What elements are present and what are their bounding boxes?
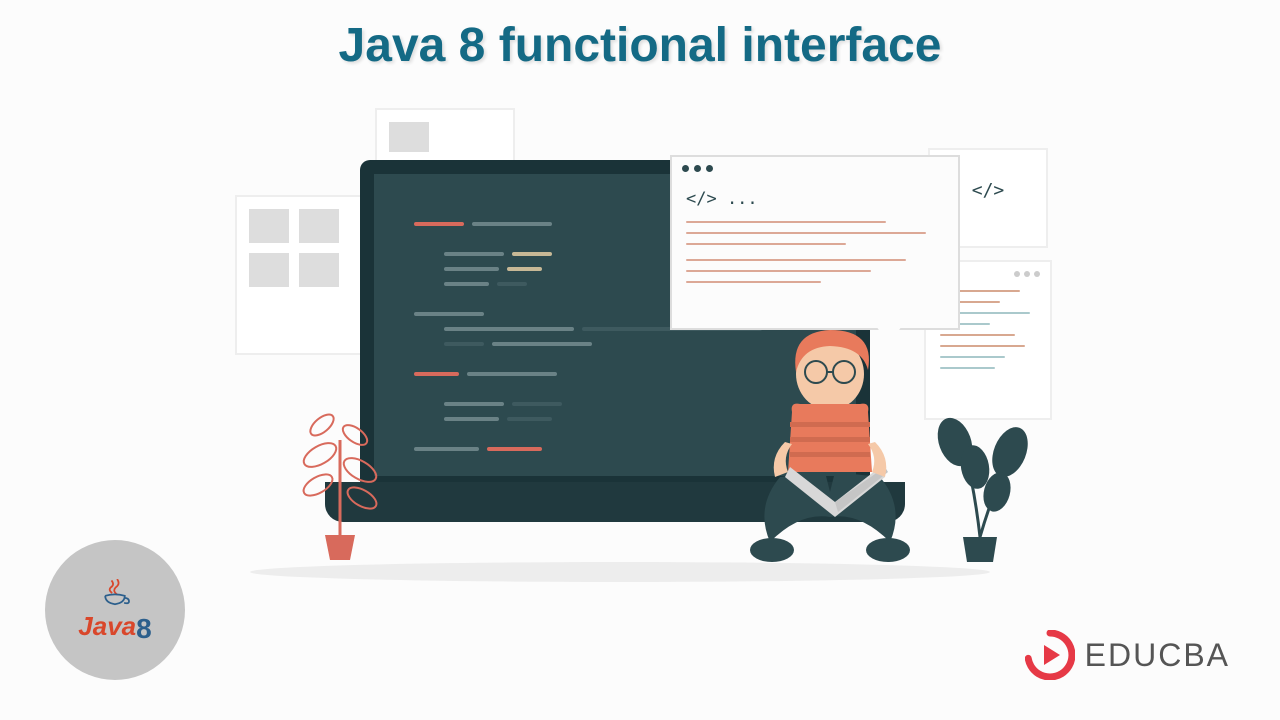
window-dots-icon: [682, 165, 713, 172]
java-badge-text: Java8: [78, 610, 151, 642]
educba-text: EDUCBA: [1085, 637, 1230, 674]
page-title: Java 8 functional interface: [339, 18, 942, 73]
person-coding-icon: [720, 312, 940, 572]
plant-left-icon: [290, 380, 390, 560]
java-version: 8: [136, 613, 152, 644]
java-cup-icon: [95, 579, 135, 607]
code-tag-label: </> ...: [686, 189, 758, 209]
code-tag-icon: </>: [972, 180, 1005, 201]
educba-play-icon: [1025, 630, 1075, 680]
speech-code-panel: </> ...: [670, 155, 960, 330]
educba-logo: EDUCBA: [1025, 630, 1230, 680]
hero-illustration: </>: [290, 100, 990, 580]
java-text: Java: [78, 611, 136, 641]
java8-badge: Java8: [45, 540, 185, 680]
